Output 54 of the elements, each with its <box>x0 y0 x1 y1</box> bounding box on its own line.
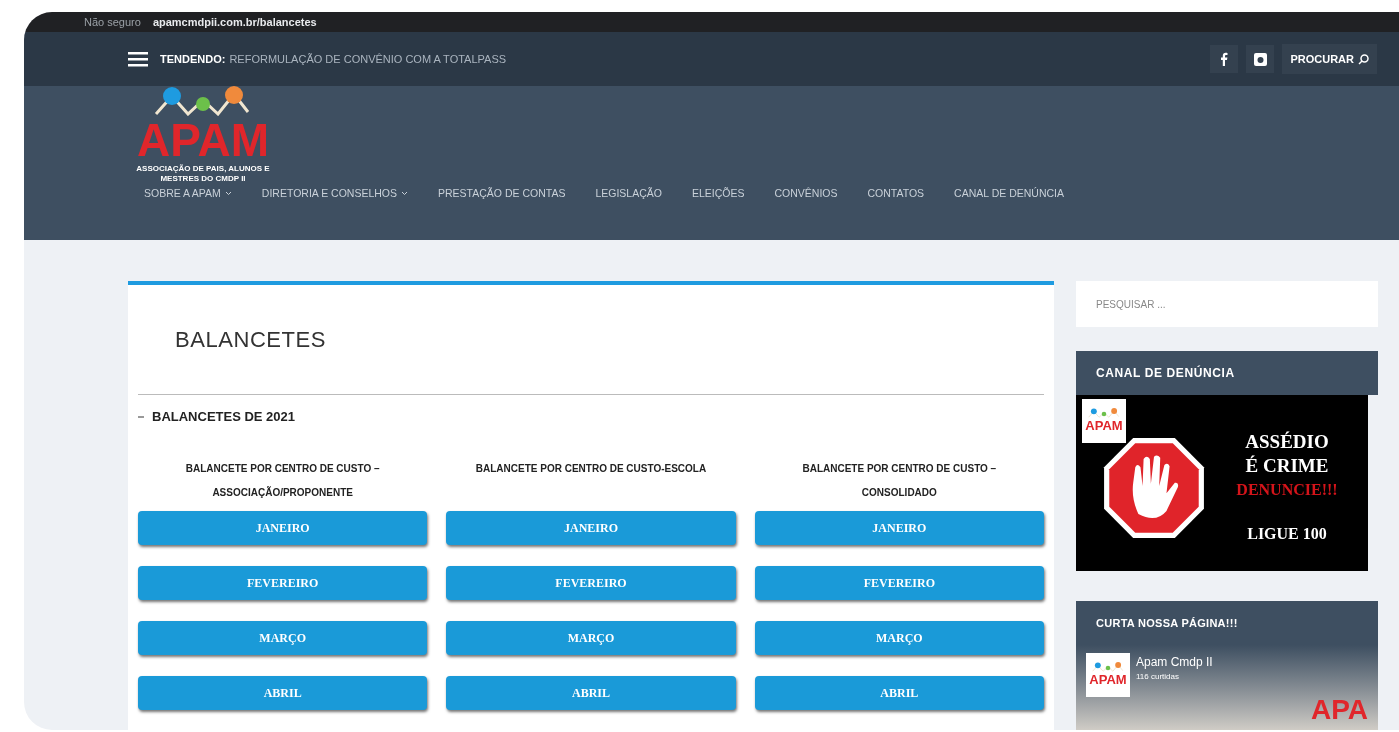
widget-header: CURTA NOSSA PÁGINA!!! <box>1076 601 1378 645</box>
month-button[interactable]: JANEIRO <box>138 510 428 545</box>
month-button[interactable]: FEVEREIRO <box>138 565 428 600</box>
address-bar-url[interactable]: apamcmdpii.com.br/balancetes <box>152 13 317 31</box>
column-heading: BALANCETE POR CENTRO DE CUSTO-ESCOLA <box>474 461 708 476</box>
nav-link[interactable]: CONVÊNIOS <box>774 186 838 202</box>
logo-text: APAM <box>137 116 269 164</box>
logo-drawing <box>1090 662 1126 672</box>
facebook-button[interactable] <box>1210 45 1239 73</box>
page-title: BALANCETES <box>174 326 327 354</box>
banner-text: LIGUE 100 <box>1247 524 1327 544</box>
column-heading: BALANCETE POR CENTRO DE CUSTO – ASSOCIAÇÃO/PROPONENTE <box>184 461 381 500</box>
nav-link[interactable]: ELEIÇÕES <box>691 186 745 202</box>
trending-link[interactable]: REFORMULAÇÃO DE CONVÊNIO COM A TOTALPASS <box>229 50 507 68</box>
month-button[interactable]: MARÇO <box>446 620 736 655</box>
nav-link[interactable]: CANAL DE DENÚNCIA <box>954 186 1064 202</box>
instagram-button[interactable] <box>1246 45 1275 73</box>
month-button[interactable]: ABRIL <box>446 675 736 710</box>
month-button[interactable]: MARÇO <box>138 620 428 655</box>
cover-logo-text: APA <box>1310 693 1368 727</box>
logo-drawing <box>1086 408 1122 418</box>
instagram-icon <box>1253 52 1267 66</box>
search-icon <box>1358 53 1369 65</box>
month-button[interactable]: JANEIRO <box>754 510 1044 545</box>
menu-icon[interactable] <box>128 51 148 67</box>
logo-text: APAM <box>1085 418 1123 434</box>
logo-text: APAM <box>1089 672 1127 688</box>
column-heading: BALANCETE POR CENTRO DE CUSTO – CONSOLIDADO <box>801 461 998 500</box>
nav-link[interactable]: SOBRE A APAM <box>144 186 232 202</box>
month-button[interactable]: FEVEREIRO <box>446 565 736 600</box>
month-button[interactable]: FEVEREIRO <box>754 565 1044 600</box>
section-heading[interactable]: BALANCETES DE 2021 <box>152 407 296 427</box>
banner-text: DENUNCIE!!! <box>1236 480 1338 500</box>
month-button[interactable]: ABRIL <box>138 675 428 710</box>
nav-link[interactable]: CONTATOS <box>867 186 925 202</box>
search-button[interactable]: PROCURAR <box>1282 44 1377 74</box>
facebook-page-name[interactable]: Apam Cmdp II <box>1136 653 1213 671</box>
trending-label: TENDENDO: <box>160 51 226 67</box>
month-button[interactable]: MARÇO <box>754 620 1044 655</box>
facebook-likes: 116 curtidas <box>1136 671 1180 683</box>
minus-icon[interactable] <box>138 413 144 420</box>
logo-subtitle: ASSOCIAÇÃO DE PAIS, ALUNOS E MESTRES DO CMDP II <box>135 164 271 184</box>
security-label: Não seguro <box>84 14 141 30</box>
nav-link[interactable]: PRESTAÇÃO DE CONTAS <box>438 186 566 202</box>
stop-hand-icon <box>1102 436 1206 540</box>
nav-link[interactable]: LEGISLAÇÃO <box>595 186 662 202</box>
month-button[interactable]: ABRIL <box>754 675 1044 710</box>
nav-link[interactable]: DIRETORIA E CONSELHOS <box>261 186 409 202</box>
month-button[interactable]: JANEIRO <box>446 510 736 545</box>
banner-text: ASSÉDIO <box>1245 430 1329 454</box>
facebook-icon <box>1220 52 1229 66</box>
banner-text: É CRIME <box>1245 454 1329 478</box>
search-field[interactable]: PESQUISAR ... <box>1076 281 1378 327</box>
widget-header: CANAL DE DENÚNCIA <box>1076 351 1378 395</box>
